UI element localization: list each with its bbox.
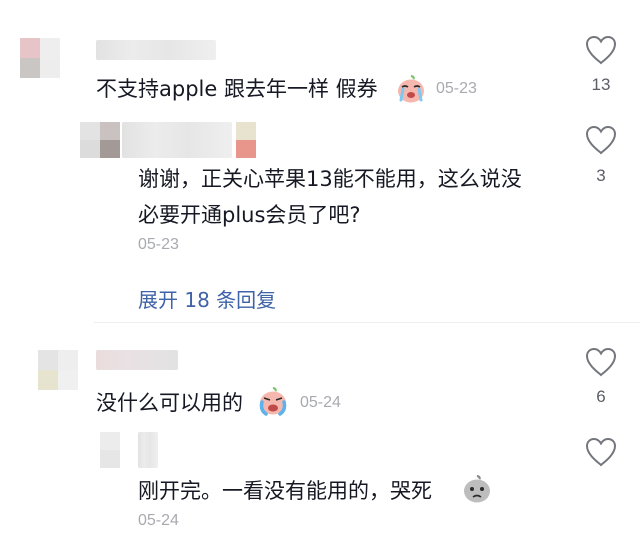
comment-date: 05-23: [138, 236, 179, 253]
username-badge: [236, 122, 256, 158]
username[interactable]: [96, 350, 178, 370]
comment-date: 05-24: [300, 394, 341, 411]
heart-outline-icon[interactable]: [584, 124, 618, 156]
avatar[interactable]: [38, 350, 78, 390]
comment-text-line-2: 必要开通plus会员了吧?: [138, 203, 361, 227]
comment-text: 刚开完。一看没有能用的，哭死: [138, 479, 432, 503]
comment-text: 不支持apple 跟去年一样 假券: [96, 77, 378, 101]
username[interactable]: [122, 122, 232, 158]
expand-replies-link[interactable]: 展开 18 条回复: [138, 284, 276, 313]
heart-outline-icon[interactable]: [584, 34, 618, 66]
comment-text: 没什么可以用的: [96, 391, 243, 415]
comment-text-line-1: 谢谢，正关心苹果13能不能用，这么说没: [138, 167, 522, 191]
divider: [94, 322, 640, 323]
like-count: 13: [591, 75, 611, 94]
like-count: 6: [596, 387, 606, 406]
like-count: 3: [596, 166, 606, 185]
heart-outline-icon[interactable]: [584, 346, 618, 378]
username[interactable]: [96, 40, 216, 60]
comment-date: 05-23: [436, 80, 477, 97]
comment-date: 05-24: [138, 512, 179, 529]
crying-face-emoji: [259, 387, 287, 416]
heart-outline-icon[interactable]: [584, 436, 618, 468]
tearful-face-emoji: [398, 75, 424, 103]
avatar[interactable]: [100, 432, 120, 468]
avatar[interactable]: [80, 122, 120, 158]
username[interactable]: [138, 432, 158, 468]
sad-face-emoji: [464, 475, 490, 503]
avatar[interactable]: [20, 38, 60, 78]
